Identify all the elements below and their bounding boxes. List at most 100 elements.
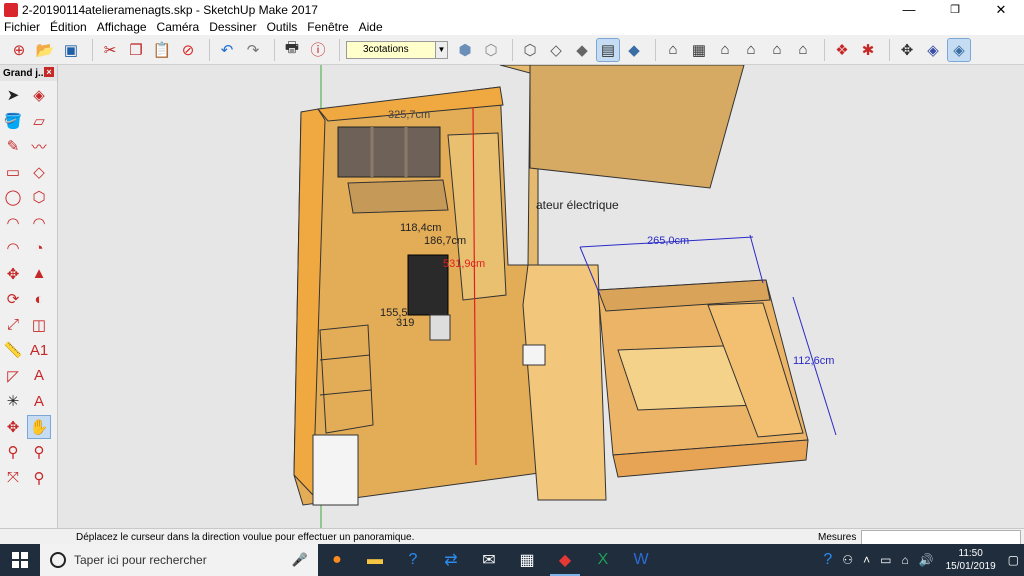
menu-camera[interactable]: Caméra — [157, 20, 200, 34]
erase-icon[interactable]: ⊘ — [177, 39, 199, 61]
left-view-icon[interactable]: ⌂ — [792, 39, 814, 61]
arc-2pt-icon[interactable]: ◠ — [28, 212, 50, 234]
save-icon[interactable]: ▣ — [60, 39, 82, 61]
pan-tool-icon[interactable]: ✋ — [27, 414, 51, 439]
help-tray-icon[interactable]: ? — [823, 551, 832, 569]
tray-app-icon[interactable]: ▭ — [880, 553, 891, 567]
zoom-icon[interactable]: ⚲ — [2, 441, 24, 463]
open-folder-icon[interactable]: 📂 — [34, 39, 56, 61]
close-icon[interactable]: × — [44, 67, 54, 77]
offset-icon[interactable]: ◫ — [28, 314, 50, 336]
menu-edition[interactable]: Édition — [50, 20, 87, 34]
iso-view-icon[interactable]: ⌂ — [662, 39, 684, 61]
circle-icon[interactable]: ◯ — [2, 186, 24, 208]
model-drawing[interactable] — [58, 65, 1024, 528]
network-icon[interactable]: ⌂ — [901, 553, 908, 567]
eraser-icon[interactable]: ▱ — [28, 110, 50, 132]
menu-affichage[interactable]: Affichage — [97, 20, 147, 34]
scale-icon[interactable]: ⤢ — [2, 314, 24, 336]
make-component-icon[interactable]: ◈ — [28, 84, 50, 106]
arc-3pt-icon[interactable]: ◠ — [2, 237, 24, 259]
menu-dessiner[interactable]: Dessiner — [209, 20, 256, 34]
menu-outils[interactable]: Outils — [267, 20, 298, 34]
warehouse-icon[interactable]: ❖ — [831, 39, 853, 61]
scene-select[interactable]: 3cotations — [346, 40, 436, 59]
calendar-icon[interactable]: ▦ — [508, 544, 546, 576]
menu-fenetre[interactable]: Fenêtre — [307, 20, 348, 34]
sketchup-taskbar-icon[interactable]: ◆ — [546, 544, 584, 576]
restore-button[interactable]: ❐ — [932, 0, 978, 19]
top-view-icon[interactable]: ▦ — [688, 39, 710, 61]
taskbar-search[interactable]: Taper ici pour rechercher 🎤 — [40, 544, 318, 576]
people-icon[interactable]: ⚇ — [842, 553, 853, 567]
paint-bucket-icon[interactable]: 🪣 — [2, 110, 24, 132]
help-icon[interactable]: ? — [394, 544, 432, 576]
volume-icon[interactable]: 🔊 — [919, 553, 934, 567]
pencil-icon[interactable]: ✎ — [2, 135, 24, 157]
freehand-icon[interactable]: 〰 — [28, 135, 50, 157]
model-text-label: ateur électrique — [536, 198, 619, 212]
push-pull-icon[interactable]: ▲ — [28, 263, 50, 285]
rectangle-icon[interactable]: ▭ — [2, 161, 24, 183]
shaded-style-icon[interactable]: ◆ — [571, 39, 593, 61]
previous-view-icon[interactable]: ⚲ — [28, 467, 50, 489]
3d-text-icon[interactable]: A — [28, 390, 50, 412]
wireframe-style-icon[interactable]: ⬡ — [519, 39, 541, 61]
mail-icon[interactable]: ✉ — [470, 544, 508, 576]
new-file-icon[interactable]: ⊕ — [8, 39, 30, 61]
excel-icon[interactable]: X — [584, 544, 622, 576]
section-icon[interactable]: ◈ — [922, 39, 944, 61]
zoom-extents-icon[interactable]: ⤧ — [2, 467, 24, 489]
measures-input[interactable] — [861, 530, 1021, 545]
notifications-icon[interactable]: ▢ — [1008, 553, 1019, 567]
teamviewer-icon[interactable]: ⇄ — [432, 544, 470, 576]
windows-start-icon[interactable] — [0, 544, 40, 576]
tape-measure-icon[interactable]: 📏 — [2, 339, 24, 361]
extension-warehouse-icon[interactable]: ✱ — [857, 39, 879, 61]
close-button[interactable]: ✕ — [978, 0, 1024, 19]
orbit-tool-icon[interactable]: ✥ — [2, 416, 24, 438]
word-icon[interactable]: W — [622, 544, 660, 576]
paste-icon[interactable]: 📋 — [151, 39, 173, 61]
model-info-icon[interactable]: ⓘ — [307, 39, 329, 61]
protractor-icon[interactable]: ◸ — [2, 365, 24, 387]
shaded-textures-style-icon[interactable]: ▤ — [596, 37, 620, 62]
minimize-button[interactable]: — — [886, 0, 932, 19]
clock[interactable]: 11:50 15/01/2019 — [939, 547, 1003, 573]
perspective-icon[interactable]: ◈ — [947, 37, 971, 62]
dimension-icon[interactable]: A1 — [28, 339, 50, 361]
move-icon[interactable]: ✥ — [2, 263, 24, 285]
firefox-icon[interactable]: ● — [318, 544, 356, 576]
follow-me-icon[interactable]: ◐ — [28, 288, 50, 310]
menu-aide[interactable]: Aide — [359, 20, 383, 34]
text-icon[interactable]: A — [28, 365, 50, 387]
microphone-icon[interactable]: 🎤 — [292, 552, 308, 568]
chevron-up-icon[interactable]: ˄ — [863, 553, 870, 567]
right-view-icon[interactable]: ⌂ — [740, 39, 762, 61]
select-icon[interactable]: ➤ — [2, 84, 24, 106]
zoom-window-icon[interactable]: ⚲ — [28, 441, 50, 463]
pie-icon[interactable]: ◔ — [28, 237, 50, 259]
polygon-icon[interactable]: ⬡ — [28, 186, 50, 208]
orbit-icon[interactable]: ✥ — [896, 39, 918, 61]
print-icon[interactable]: 🖶 — [281, 39, 303, 61]
hidden-line-style-icon[interactable]: ◇ — [545, 39, 567, 61]
rotated-rectangle-icon[interactable]: ◇ — [28, 161, 50, 183]
redo-icon[interactable]: ↷ — [242, 39, 264, 61]
copy-icon[interactable]: ❐ — [125, 39, 147, 61]
back-edges-style-icon[interactable]: ⬡ — [480, 39, 502, 61]
chevron-down-icon[interactable]: ▼ — [436, 40, 448, 59]
rotate-icon[interactable]: ⟳ — [2, 288, 24, 310]
model-viewport[interactable]: 325,7cm 118,4cm 186,7cm 531,9cm 155,5 31… — [58, 65, 1024, 528]
monochrome-style-icon[interactable]: ◆ — [623, 39, 645, 61]
xray-style-icon[interactable]: ⬢ — [454, 39, 476, 61]
undo-icon[interactable]: ↶ — [216, 39, 238, 61]
axes-icon[interactable]: ✳ — [2, 390, 24, 412]
front-view-icon[interactable]: ⌂ — [714, 39, 736, 61]
cut-icon[interactable]: ✂ — [99, 39, 121, 61]
file-explorer-icon[interactable]: ▬ — [356, 544, 394, 576]
arc-icon[interactable]: ◠ — [2, 212, 24, 234]
menu-fichier[interactable]: Fichier — [4, 20, 40, 34]
window — [337, 126, 441, 178]
back-view-icon[interactable]: ⌂ — [766, 39, 788, 61]
